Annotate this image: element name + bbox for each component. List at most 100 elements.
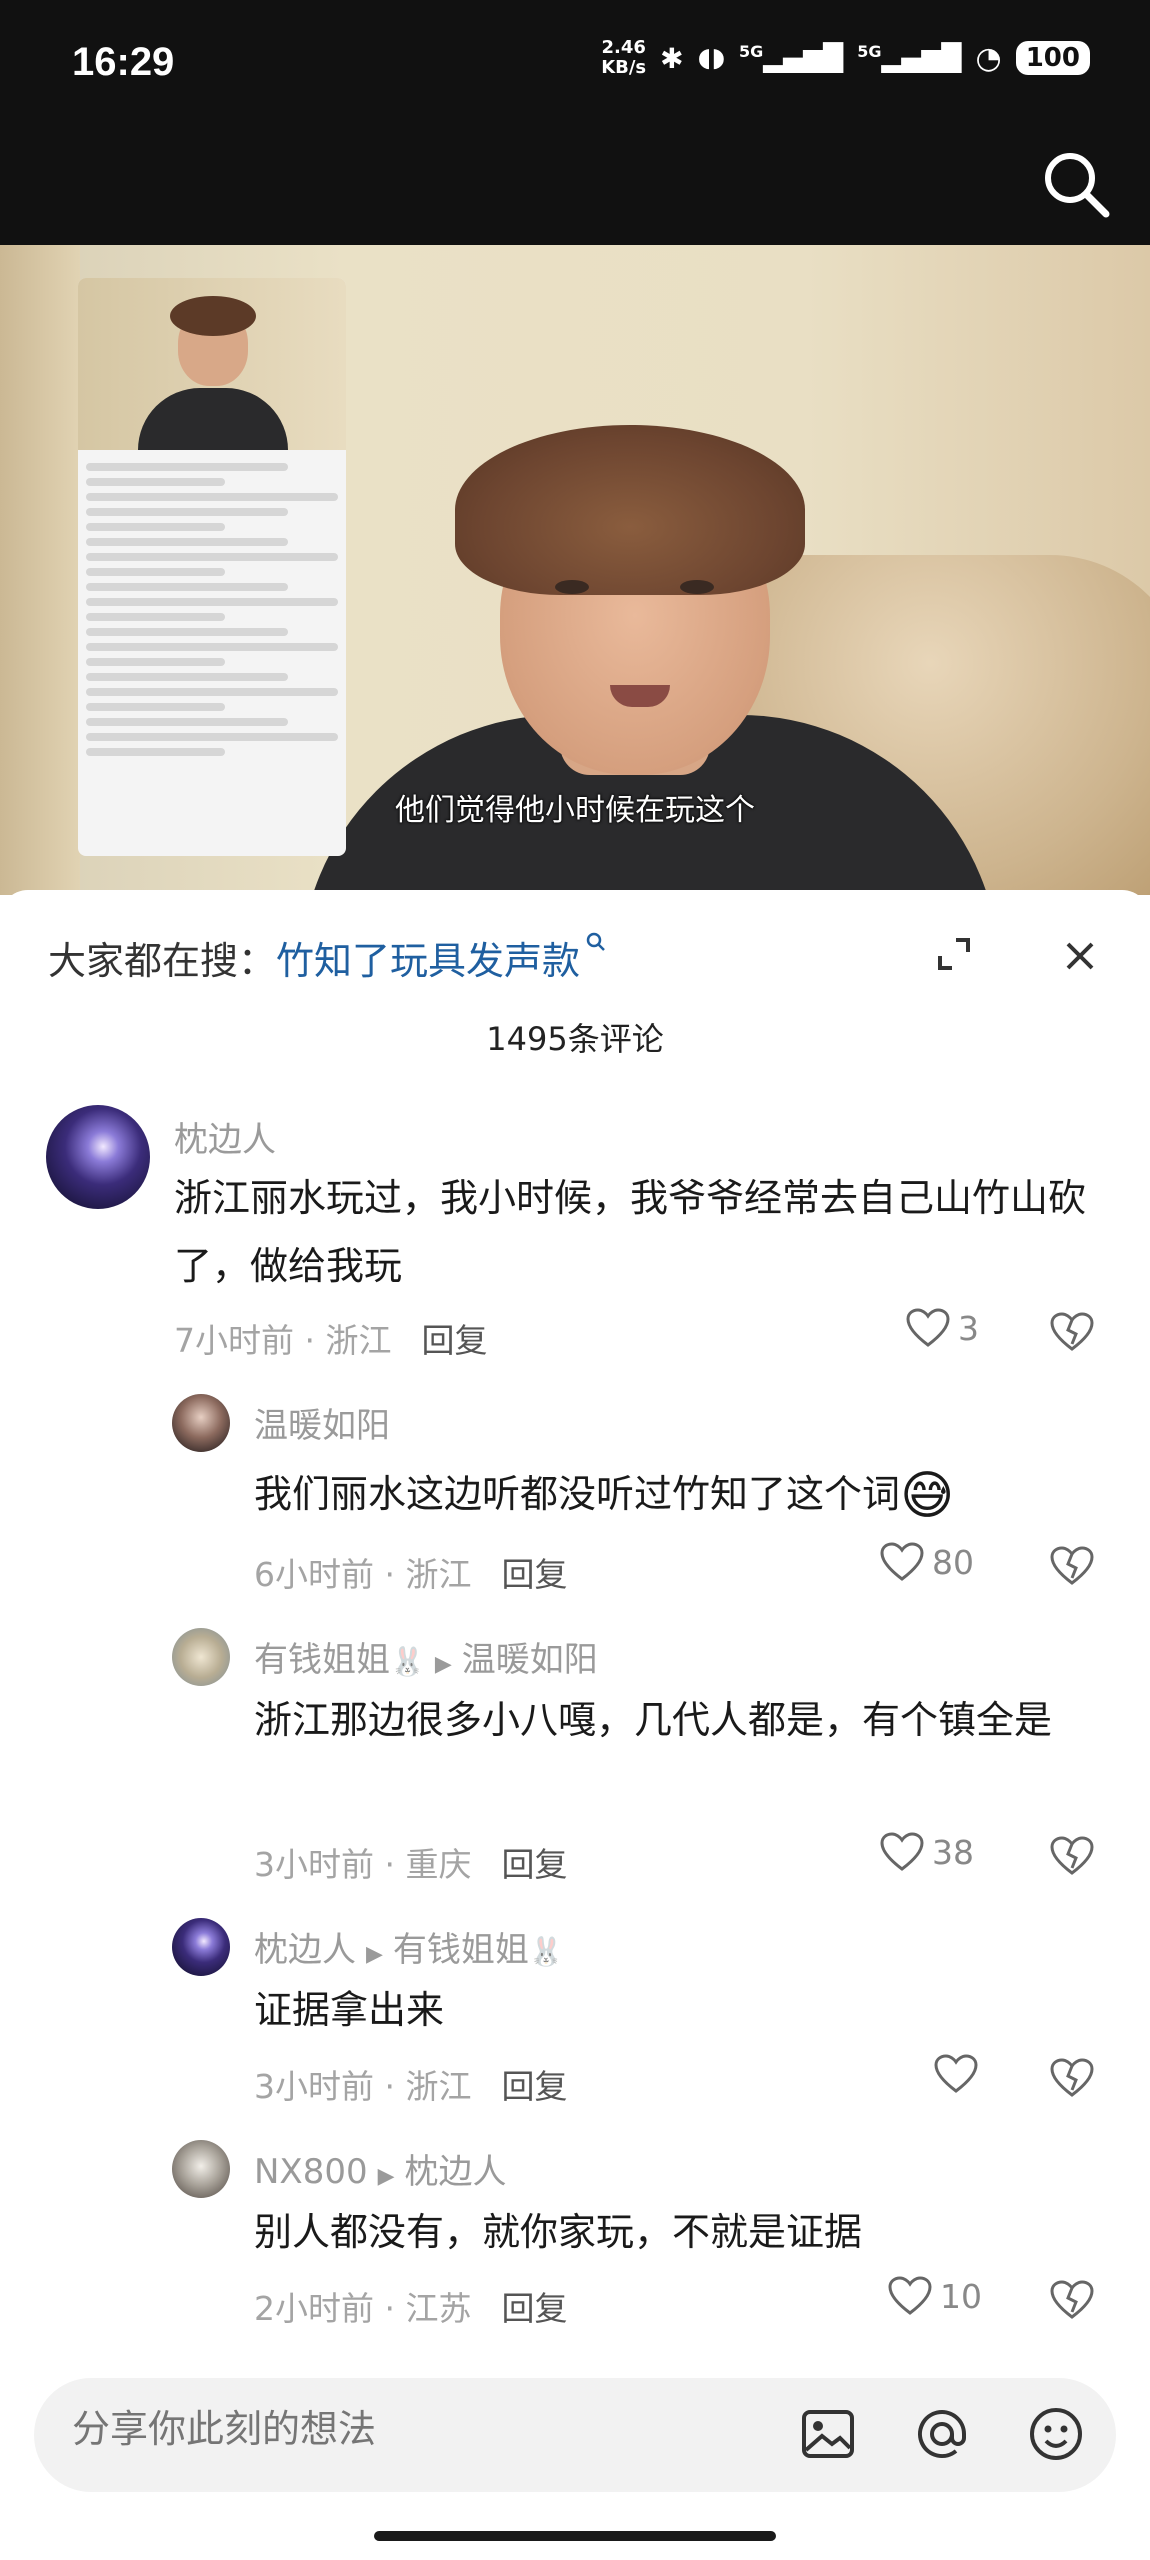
reply-button[interactable]: 回复 bbox=[421, 1321, 487, 1360]
comment-location: 浙江 bbox=[405, 2067, 472, 2106]
embedded-line bbox=[86, 478, 225, 486]
close-icon[interactable] bbox=[1058, 934, 1102, 978]
broken-heart-icon[interactable] bbox=[1050, 1312, 1094, 1352]
comment-author[interactable]: 有钱姐姐🐰 ▶ 温暖如阳 bbox=[254, 1632, 598, 1681]
embedded-line bbox=[86, 673, 288, 681]
like-button[interactable]: 10 bbox=[888, 2276, 982, 2316]
comment-text: 浙江那边很多小八嘎，几代人都是，有个镇全是 bbox=[254, 1698, 1053, 1742]
reply-button[interactable]: 回复 bbox=[501, 1555, 567, 1594]
trending-search[interactable]: 大家都在搜：竹知了玩具发声款 bbox=[48, 930, 608, 985]
embedded-person-hair bbox=[170, 296, 256, 336]
reply-arrow-icon: ▶ bbox=[366, 1942, 383, 1967]
signal-2-label: 5G bbox=[857, 42, 882, 62]
comment-input[interactable] bbox=[70, 2406, 774, 2452]
embedded-person-body bbox=[138, 388, 288, 450]
signal-1-label: 5G bbox=[739, 42, 764, 62]
comment-author[interactable]: NX800 ▶ 枕边人 bbox=[254, 2144, 507, 2193]
embedded-line bbox=[86, 718, 288, 726]
heart-icon bbox=[888, 2276, 932, 2315]
emoji-icon[interactable] bbox=[1024, 2402, 1088, 2466]
video-subtitle: 他们觉得他小时候在玩这个 bbox=[395, 793, 755, 828]
comment-meta: 2小时前 · 江苏 回复 bbox=[254, 2289, 568, 2328]
author-name: 有钱姐姐 bbox=[254, 1640, 390, 1680]
status-bar: 16:29 2.46 KB/s ✱ ◖◗ 5G▂▄▆█ 5G▂▄▆█ ◔ 100 bbox=[0, 0, 1150, 130]
top-bar bbox=[0, 130, 1150, 245]
trending-search-keyword[interactable]: 竹知了玩具发声款 bbox=[276, 939, 580, 983]
comment-time: 7小时前 bbox=[174, 1321, 294, 1360]
expand-icon[interactable] bbox=[934, 934, 974, 974]
person-eye-left bbox=[555, 580, 589, 594]
comment-author[interactable]: 枕边人 bbox=[174, 1112, 276, 1161]
comment-count: 1495条评论 bbox=[486, 1020, 664, 1058]
comment-text: 别人都没有，就你家玩，不就是证据 bbox=[254, 2210, 863, 2254]
person-eye-right bbox=[680, 580, 714, 594]
signal-5g-1: 5G▂▄▆█ bbox=[739, 42, 844, 74]
comment-meta: 7小时前 · 浙江 回复 bbox=[174, 1321, 488, 1360]
embedded-line bbox=[86, 748, 225, 756]
home-indicator[interactable] bbox=[374, 2531, 776, 2541]
embedded-line bbox=[86, 583, 288, 591]
reply-arrow-icon: ▶ bbox=[434, 1652, 452, 1677]
status-icons: 2.46 KB/s ✱ ◖◗ 5G▂▄▆█ 5G▂▄▆█ ◔ 100 bbox=[601, 38, 1090, 78]
comment-time: 3小时前 bbox=[254, 2067, 374, 2106]
embedded-line bbox=[86, 493, 338, 501]
reply-to-name: 温暖如阳 bbox=[461, 1640, 598, 1680]
heart-icon bbox=[880, 1832, 924, 1871]
embedded-video-thumb bbox=[78, 278, 346, 450]
embedded-comment-list bbox=[78, 450, 346, 769]
reply-to-name: 枕边人 bbox=[404, 2152, 507, 2192]
comment-time: 6小时前 bbox=[254, 1555, 374, 1594]
search-small-icon bbox=[586, 932, 605, 951]
reply-to-suffix: 🐰 bbox=[528, 1935, 564, 1968]
embedded-line bbox=[86, 553, 338, 561]
broken-heart-icon[interactable] bbox=[1050, 2058, 1094, 2098]
comment-time: 2小时前 bbox=[254, 2289, 374, 2328]
broken-heart-icon[interactable] bbox=[1050, 1836, 1094, 1876]
like-button[interactable] bbox=[934, 2054, 986, 2094]
broken-heart-icon[interactable] bbox=[1050, 2280, 1094, 2320]
comment-location: 浙江 bbox=[325, 1321, 392, 1360]
signal-5g-2: 5G▂▄▆█ bbox=[857, 42, 962, 74]
trending-search-prefix: 大家都在搜： bbox=[48, 939, 277, 983]
avatar[interactable] bbox=[172, 1628, 230, 1686]
avatar[interactable] bbox=[172, 1918, 230, 1976]
reply-arrow-icon: ▶ bbox=[377, 2164, 395, 2189]
like-count: 80 bbox=[932, 1542, 974, 1582]
embedded-line bbox=[86, 658, 225, 666]
like-button[interactable]: 38 bbox=[880, 1832, 974, 1872]
comment-text: 我们丽水这边听都没听过竹知了这个词😅 bbox=[254, 1460, 1114, 1530]
heart-icon bbox=[906, 1308, 950, 1347]
reply-to-name: 有钱姐姐 bbox=[392, 1930, 529, 1970]
embedded-line bbox=[86, 733, 338, 741]
comment-author[interactable]: 枕边人 ▶ 有钱姐姐🐰 bbox=[254, 1922, 564, 1971]
comment-location: 重庆 bbox=[405, 1845, 472, 1884]
search-icon[interactable] bbox=[1036, 144, 1116, 224]
person-hair bbox=[455, 425, 805, 595]
reply-button[interactable]: 回复 bbox=[501, 2289, 567, 2328]
author-name-suffix: 🐰 bbox=[390, 1645, 425, 1678]
reply-button[interactable]: 回复 bbox=[501, 2067, 567, 2106]
embedded-line bbox=[86, 598, 338, 606]
avatar[interactable] bbox=[172, 1394, 230, 1452]
embedded-line bbox=[86, 613, 225, 621]
image-icon[interactable] bbox=[796, 2402, 860, 2466]
like-button[interactable]: 3 bbox=[906, 1308, 979, 1348]
broken-heart-icon[interactable] bbox=[1050, 1546, 1094, 1586]
author-name: 枕边人 bbox=[254, 1930, 356, 1970]
at-icon[interactable] bbox=[910, 2402, 974, 2466]
embedded-line bbox=[86, 628, 288, 636]
reply-button[interactable]: 回复 bbox=[501, 1845, 567, 1884]
earbuds-icon: ◖◗ bbox=[697, 43, 726, 73]
embedded-line bbox=[86, 508, 288, 516]
status-time: 16:29 bbox=[72, 40, 175, 84]
comment-text-body: 我们丽水这边听都没听过竹知了这个词 bbox=[254, 1472, 901, 1516]
like-count: 38 bbox=[932, 1832, 974, 1872]
embedded-line bbox=[86, 538, 288, 546]
like-button[interactable]: 80 bbox=[880, 1542, 974, 1582]
battery-indicator: 100 bbox=[1015, 41, 1090, 75]
avatar[interactable] bbox=[46, 1105, 150, 1209]
network-speed: 2.46 KB/s bbox=[601, 38, 646, 78]
heart-icon bbox=[880, 1542, 924, 1581]
avatar[interactable] bbox=[172, 2140, 230, 2198]
comment-author[interactable]: 温暖如阳 bbox=[254, 1398, 390, 1447]
